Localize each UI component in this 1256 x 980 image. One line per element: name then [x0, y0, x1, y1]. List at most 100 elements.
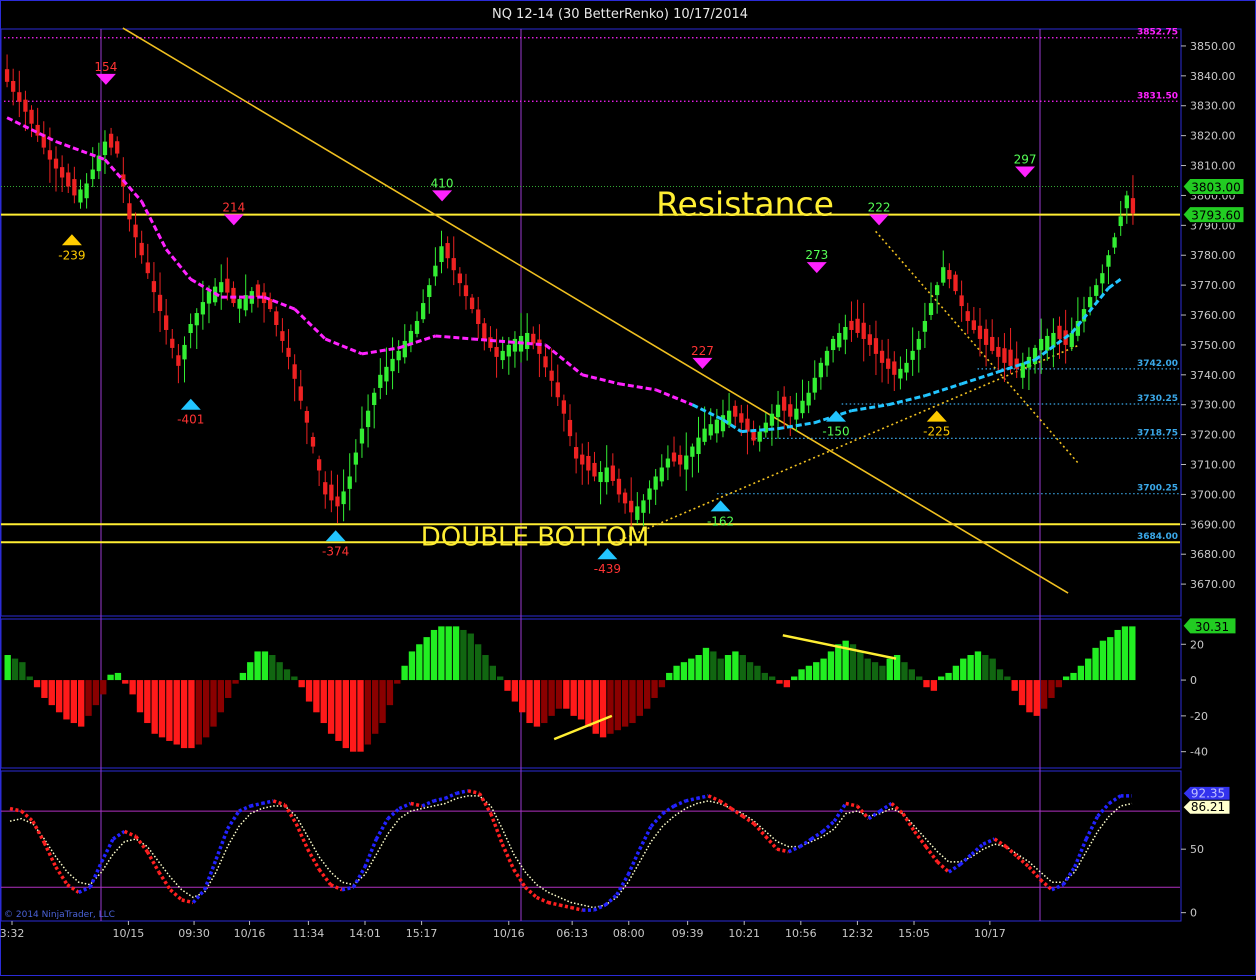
- candle-body: [690, 446, 695, 457]
- histogram-bar: [923, 680, 930, 688]
- histogram-bar: [474, 644, 482, 681]
- oscillator-value-label: 92.35: [1191, 786, 1225, 800]
- pivot-label: 154: [94, 60, 117, 74]
- copyright-text: © 2014 NinjaTrader, LLC: [4, 910, 115, 920]
- candle-body: [1008, 349, 1013, 366]
- candle-body: [782, 396, 787, 411]
- pivot-label: 222: [868, 200, 891, 214]
- histogram-bar: [1040, 680, 1048, 709]
- histogram-bar: [1107, 637, 1114, 681]
- histogram-bar: [78, 680, 85, 727]
- histogram-bar: [151, 680, 158, 734]
- histogram-bar: [4, 655, 11, 681]
- candle-body: [647, 488, 652, 500]
- histogram-bar: [423, 637, 430, 681]
- candle-body: [873, 338, 879, 354]
- candle-body: [622, 492, 628, 504]
- histogram-bar: [519, 680, 526, 713]
- pivot-label: -374: [322, 544, 349, 558]
- candle-body: [567, 419, 573, 437]
- double-bottom-annotation: DOUBLE BOTTOM: [421, 522, 650, 552]
- oscillator-tick-label: 0: [1190, 907, 1197, 920]
- price-level-label: 3684.00: [1137, 532, 1178, 542]
- histogram-bar: [930, 680, 938, 691]
- price-tick-label: 3810.00: [1190, 160, 1236, 173]
- pivot-label: -150: [822, 425, 849, 439]
- candle-body: [451, 258, 456, 271]
- candle-body: [445, 243, 450, 259]
- histogram-bar: [967, 655, 974, 681]
- price-tick-label: 3690.00: [1190, 518, 1236, 531]
- histogram-bar: [232, 680, 239, 684]
- histogram-bar: [673, 665, 680, 681]
- histogram-bar: [996, 669, 1004, 681]
- candle-body: [280, 331, 285, 341]
- pivot-label: -225: [923, 425, 950, 439]
- histogram-bar: [761, 672, 768, 681]
- candle-body: [971, 320, 976, 330]
- candle-body: [941, 267, 946, 283]
- histogram-bar: [210, 680, 217, 727]
- candle-body: [769, 413, 775, 426]
- histogram-bar: [614, 680, 621, 731]
- histogram-bar: [1004, 676, 1011, 681]
- histogram-bar: [901, 662, 908, 681]
- histogram-bar: [349, 680, 357, 752]
- histogram-bar: [416, 644, 423, 681]
- candle-body: [439, 246, 444, 263]
- candle-body: [604, 467, 609, 483]
- histogram-bar: [401, 665, 408, 681]
- candle-body: [886, 358, 891, 369]
- histogram-bar: [1099, 640, 1107, 681]
- histogram-bar: [166, 680, 173, 741]
- chart-frame: [0, 0, 1256, 976]
- histogram-bar: [864, 658, 871, 681]
- candle-body: [164, 315, 169, 330]
- candle-body: [4, 69, 10, 82]
- last-price-badge-label: 3803.00: [1191, 180, 1241, 194]
- candle-body: [892, 361, 897, 375]
- candle-body: [1130, 198, 1136, 214]
- histogram-bar: [489, 665, 496, 681]
- candle-body: [66, 172, 71, 187]
- candle-body: [133, 224, 138, 238]
- candle-body: [396, 350, 401, 361]
- candle-body: [72, 179, 77, 196]
- histogram-bar: [254, 651, 261, 681]
- histogram-bar: [563, 680, 570, 709]
- candle-body: [1094, 285, 1099, 296]
- candle-body: [580, 454, 585, 465]
- histogram-bar: [533, 680, 541, 727]
- time-tick-label: 12:32: [842, 927, 874, 940]
- candle-body: [824, 350, 830, 366]
- histogram-bar: [577, 680, 585, 720]
- histogram-bar: [335, 680, 342, 741]
- histogram-bar: [327, 680, 335, 734]
- histogram-bar: [70, 680, 78, 724]
- candle-body: [500, 350, 505, 361]
- candle-body: [1100, 273, 1105, 284]
- candle-body: [818, 362, 824, 378]
- histogram-bar: [732, 651, 739, 681]
- candle-body: [953, 274, 958, 292]
- histogram-bar: [41, 680, 48, 698]
- histogram-bar: [555, 680, 563, 709]
- histogram-bar: [827, 651, 835, 681]
- candle-body: [402, 340, 407, 358]
- histogram-bar: [1092, 647, 1099, 681]
- oscillator-value-label: 86.21: [1191, 800, 1225, 814]
- candle-body: [898, 368, 903, 379]
- price-tick-label: 3670.00: [1190, 578, 1236, 591]
- histogram-bar: [239, 672, 247, 681]
- candle-body: [335, 496, 340, 507]
- candle-body: [421, 303, 426, 320]
- histogram-bar: [680, 662, 688, 681]
- candle-body: [537, 339, 542, 354]
- histogram-bar: [283, 669, 291, 681]
- chart-title: NQ 12-14 (30 BetterRenko) 10/17/2014: [492, 7, 748, 22]
- candle-body: [586, 455, 591, 471]
- time-tick-label: 11:34: [293, 927, 325, 940]
- candle-body: [610, 465, 615, 481]
- histogram-bar: [180, 680, 188, 749]
- histogram-bar: [342, 680, 349, 749]
